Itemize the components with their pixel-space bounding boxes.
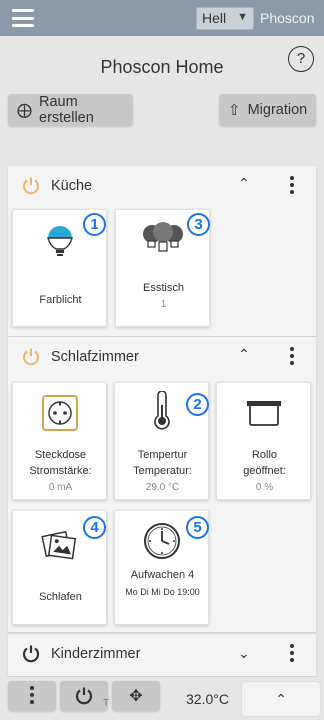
bulb-icon xyxy=(47,226,73,256)
device-tile-rollo[interactable]: Rollo geöffnet: 0 % xyxy=(216,382,311,500)
tile-value: 29.0 °C xyxy=(145,482,180,493)
theme-select[interactable]: Hell ▼ xyxy=(196,7,254,30)
theme-select-value: Hell xyxy=(202,10,227,26)
annotation-badge: 5 xyxy=(186,516,209,539)
room-schlafzimmer: Schlafzimmer ⌃ Steckdose Stromstärke: 0 … xyxy=(8,337,316,632)
room-name: Küche xyxy=(51,178,93,194)
more-menu-icon xyxy=(30,685,34,707)
socket-icon xyxy=(42,395,78,431)
migration-button[interactable]: ⇧ Migration xyxy=(219,94,316,126)
menu-icon[interactable] xyxy=(12,9,34,27)
more-menu-button[interactable] xyxy=(8,681,56,711)
tile-value: 0 mA xyxy=(48,482,73,493)
brand-label: Phoscon xyxy=(260,10,315,26)
power-icon[interactable] xyxy=(21,176,41,196)
room-kueche: Küche ⌃ Farblicht 1 Esstisch 1 3 xyxy=(8,166,316,336)
power-icon xyxy=(75,687,93,705)
sensor-tile-temperatur[interactable]: Tempertur Temperatur: 29.0 °C 2 xyxy=(114,382,209,500)
add-icon: ⨁ xyxy=(17,102,32,119)
tile-subtitle: 1 xyxy=(160,299,167,310)
room-header: Kinderzimmer ⌄ xyxy=(8,634,316,674)
tile-subtitle: Stromstärke: xyxy=(29,465,92,477)
room-header: Küche ⌃ xyxy=(8,166,316,206)
power-button[interactable] xyxy=(60,681,108,711)
power-icon[interactable] xyxy=(21,347,41,367)
tile-title: Steckdose xyxy=(34,449,87,461)
migration-label: Migration xyxy=(247,102,308,118)
device-tile-steckdose[interactable]: Steckdose Stromstärke: 0 mA xyxy=(12,382,107,500)
create-room-button[interactable]: ⨁ Raum erstellen xyxy=(8,94,133,126)
tile-title: Farblicht xyxy=(39,294,82,306)
bulb-group-icon xyxy=(143,222,183,252)
tile-subtitle: geöffnet: xyxy=(243,465,286,477)
device-tile-farblicht[interactable]: Farblicht 1 xyxy=(12,209,107,327)
more-menu-icon[interactable] xyxy=(290,644,294,665)
device-tile-esstisch[interactable]: Esstisch 1 3 xyxy=(115,209,210,327)
tile-subtitle: Temperatur: xyxy=(133,465,192,477)
room-name: Schlafzimmer xyxy=(51,349,139,365)
room-kinderzimmer: Kinderzimmer ⌄ xyxy=(8,634,316,676)
tile-title: Rollo xyxy=(251,449,278,461)
clock-icon xyxy=(144,523,180,559)
bottom-bar: ✥ 32.0°C ⌃ xyxy=(0,677,324,720)
partial-label: T xyxy=(103,698,110,709)
more-menu-icon[interactable] xyxy=(290,347,294,368)
thermometer-icon xyxy=(154,391,170,430)
chevron-down-icon: ▼ xyxy=(237,11,248,23)
room-header: Schlafzimmer ⌃ xyxy=(8,337,316,377)
move-button[interactable]: ✥ xyxy=(112,681,160,711)
more-menu-icon[interactable] xyxy=(290,176,294,197)
chevron-up-icon[interactable]: ⌃ xyxy=(238,175,250,192)
scene-icon xyxy=(41,530,77,560)
top-bar: Hell ▼ Phoscon xyxy=(0,0,324,36)
annotation-badge: 1 xyxy=(83,213,106,236)
temperature-readout: 32.0°C xyxy=(186,691,229,707)
create-room-label: Raum erstellen xyxy=(39,94,94,126)
upload-icon: ⇧ xyxy=(228,102,241,119)
annotation-badge: 4 xyxy=(83,516,106,539)
tile-title: Schlafen xyxy=(39,591,82,603)
tile-title: Aufwachen 4 xyxy=(130,569,195,581)
tile-subtitle: Mo Di Mi Do 19:00 xyxy=(125,587,200,597)
tile-title: Esstisch xyxy=(143,282,184,294)
power-icon[interactable] xyxy=(21,644,41,664)
chevron-down-icon[interactable]: ⌄ xyxy=(238,645,250,662)
room-name: Kinderzimmer xyxy=(51,646,141,662)
tile-title: Tempertur xyxy=(137,449,188,461)
annotation-badge: 2 xyxy=(186,393,209,416)
chevron-up-icon: ⌃ xyxy=(275,691,287,707)
scroll-up-button[interactable]: ⌃ xyxy=(241,681,321,717)
blind-icon xyxy=(247,401,281,426)
scene-tile-schlafen[interactable]: Schlafen 4 xyxy=(12,510,107,625)
tile-value: 0 % xyxy=(255,482,274,493)
chevron-up-icon[interactable]: ⌃ xyxy=(238,346,250,363)
schedule-tile-aufwachen[interactable]: Aufwachen 4 Mo Di Mi Do 19:00 5 xyxy=(114,510,209,625)
move-icon: ✥ xyxy=(129,688,143,705)
page-title: Phoscon Home xyxy=(100,57,224,77)
annotation-badge: 3 xyxy=(187,213,210,236)
